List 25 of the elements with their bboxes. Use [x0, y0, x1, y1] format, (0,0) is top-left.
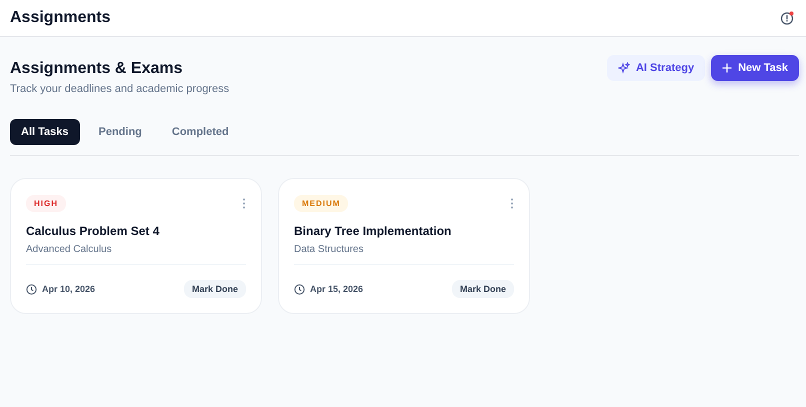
page-title: Assignments & Exams [10, 60, 184, 78]
due-date: Apr 15, 2026 [310, 284, 364, 294]
filter-tab[interactable]: Pending [88, 119, 153, 145]
clock-icon [26, 284, 37, 294]
task-title: Calculus Problem Set 4 [26, 224, 160, 238]
course-name: Data Structures [294, 244, 364, 255]
plus-icon [722, 63, 732, 73]
page-subtitle: Track your deadlines and academic progress [10, 83, 230, 95]
filter-tab[interactable]: All Tasks [10, 119, 80, 145]
priority-badge: HIGH [26, 195, 66, 212]
mark-done-button[interactable]: Mark Done [184, 280, 246, 298]
more-options-icon[interactable] [242, 198, 246, 209]
more-options-icon[interactable] [510, 198, 514, 209]
app-title: Assignments [10, 9, 110, 27]
task-title: Binary Tree Implementation [294, 224, 452, 238]
priority-badge: MEDIUM [294, 195, 348, 212]
sparkles-icon [618, 62, 630, 74]
filter-tab[interactable]: Completed [160, 119, 240, 145]
course-name: Advanced Calculus [26, 244, 113, 255]
new-task-button[interactable]: New Task [711, 55, 799, 81]
clock-icon [294, 284, 305, 294]
ai-strategy-button[interactable]: AI Strategy [606, 55, 706, 81]
due-date: Apr 10, 2026 [42, 284, 96, 294]
mark-done-button[interactable]: Mark Done [452, 280, 514, 298]
alert-icon[interactable] [780, 11, 794, 25]
